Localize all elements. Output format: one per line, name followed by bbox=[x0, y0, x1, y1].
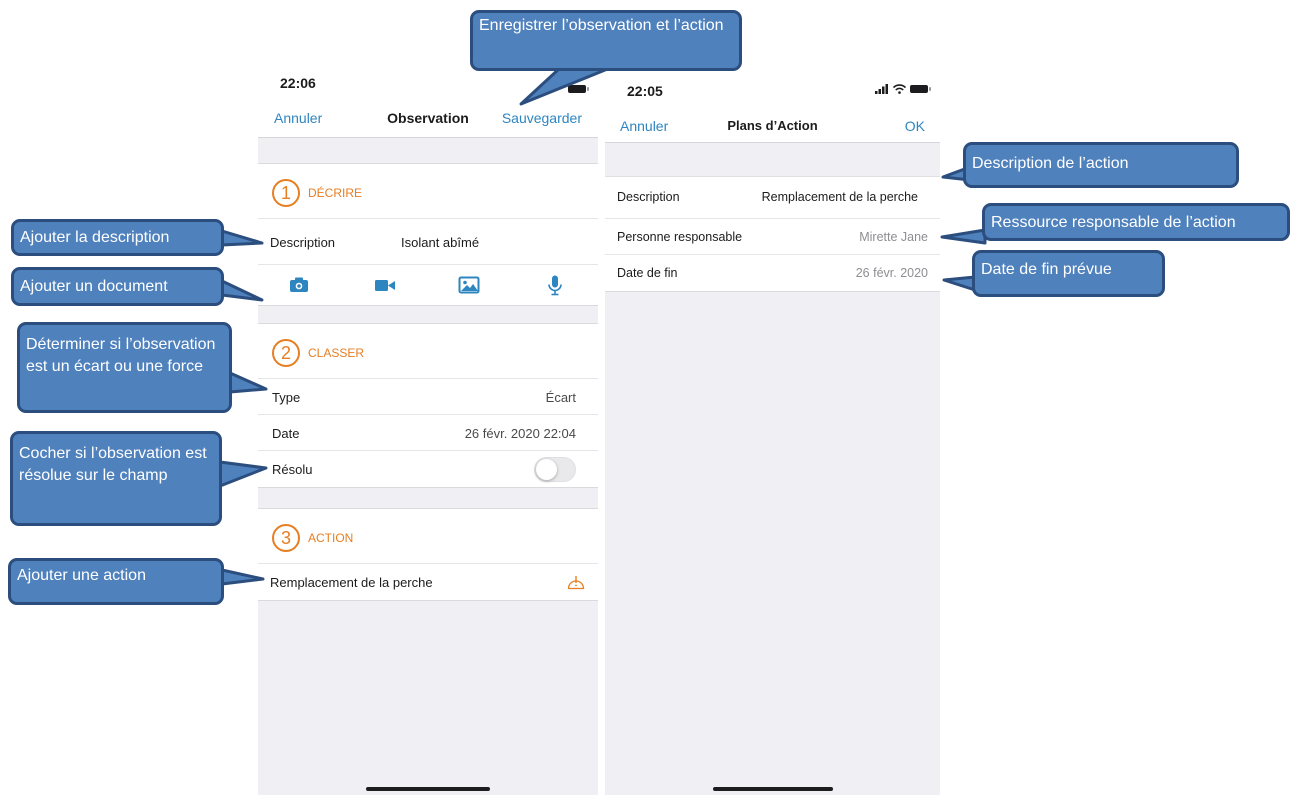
description-value: Isolant abîmé bbox=[401, 235, 480, 250]
responsible-label: Personne responsable bbox=[617, 230, 743, 244]
resolved-row: Résolu bbox=[258, 451, 598, 487]
battery-icon bbox=[910, 85, 931, 93]
microphone-icon[interactable] bbox=[544, 274, 566, 296]
action-plan-screen: 22:05 Annuler Plans d’Action OK Descript… bbox=[605, 62, 940, 795]
ok-button[interactable]: OK bbox=[905, 118, 925, 134]
end-date-row[interactable]: Date de fin 26 févr. 2020 bbox=[605, 255, 940, 291]
step-2-badge: 2 bbox=[272, 339, 300, 367]
observation-screen: 22:06 Annuler Observation Sauvegarder 1 … bbox=[258, 62, 598, 795]
action-item-label: Remplacement de la perche bbox=[270, 575, 433, 590]
step-3-badge: 3 bbox=[272, 524, 300, 552]
action-description-row[interactable]: Description Remplacement de la perche bbox=[605, 177, 940, 219]
action-plan-form: Description Remplacement de la perche Pe… bbox=[605, 176, 940, 292]
type-row[interactable]: Type Écart bbox=[258, 379, 598, 415]
classify-title: CLASSER bbox=[308, 346, 365, 360]
status-icons bbox=[568, 85, 589, 93]
save-button[interactable]: Sauvegarder bbox=[502, 110, 582, 126]
action-description-value: Remplacement de la perche bbox=[761, 190, 918, 204]
classify-section: 2 CLASSER Type Écart Date 26 févr. 2020 … bbox=[258, 323, 598, 488]
responsible-row[interactable]: Personne responsable Mirette Jane bbox=[605, 219, 940, 255]
date-label: Date bbox=[272, 426, 300, 441]
cancel-button[interactable]: Annuler bbox=[274, 110, 322, 126]
type-value: Écart bbox=[545, 390, 576, 405]
description-label: Description bbox=[270, 235, 336, 250]
callout-resolved: Cocher si l’observation est résolue sur … bbox=[10, 431, 222, 526]
callout-add-description: Ajouter la description bbox=[11, 219, 224, 256]
cancel-button[interactable]: Annuler bbox=[620, 118, 668, 134]
action-description-label: Description bbox=[617, 190, 680, 204]
callout-end-date: Date de fin prévue bbox=[972, 250, 1165, 297]
home-indicator bbox=[366, 787, 490, 791]
responsible-value: Mirette Jane bbox=[859, 230, 928, 244]
step-1-badge: 1 bbox=[272, 179, 300, 207]
describe-section: 1 DÉCRIRE Description Isolant abîmé bbox=[258, 163, 598, 306]
battery-icon bbox=[568, 85, 589, 93]
status-icons bbox=[875, 84, 931, 94]
media-toolbar bbox=[258, 265, 598, 305]
nav-bar: Annuler Observation Sauvegarder bbox=[258, 102, 598, 138]
warning-icon[interactable] bbox=[566, 573, 586, 591]
camera-icon[interactable] bbox=[288, 274, 310, 296]
status-time: 22:06 bbox=[280, 75, 316, 91]
callout-action-description: Description de l’action bbox=[963, 142, 1239, 188]
classify-header: 2 CLASSER bbox=[258, 324, 598, 379]
action-section: 3 ACTION Remplacement de la perche bbox=[258, 508, 598, 601]
callout-responsible: Ressource responsable de l’action bbox=[982, 203, 1290, 241]
home-indicator bbox=[712, 787, 833, 791]
describe-title: DÉCRIRE bbox=[308, 186, 363, 200]
end-date-value: 26 févr. 2020 bbox=[855, 266, 928, 280]
toggle-knob bbox=[536, 459, 557, 480]
callout-classify: Déterminer si l’observation est un écart… bbox=[17, 322, 232, 413]
nav-bar: Annuler Plans d’Action OK bbox=[605, 106, 940, 143]
callout-add-action: Ajouter une action bbox=[8, 558, 224, 605]
resolved-label: Résolu bbox=[272, 462, 313, 477]
callout-add-document: Ajouter un document bbox=[11, 267, 224, 306]
signal-icon bbox=[875, 84, 888, 94]
action-item-row[interactable]: Remplacement de la perche bbox=[258, 564, 598, 600]
date-value: 26 févr. 2020 22:04 bbox=[464, 426, 576, 441]
callout-save: Enregistrer l’observation et l’action bbox=[470, 10, 742, 71]
action-title: ACTION bbox=[308, 531, 354, 545]
date-row[interactable]: Date 26 févr. 2020 22:04 bbox=[258, 415, 598, 451]
action-header: 3 ACTION bbox=[258, 509, 598, 564]
image-icon[interactable] bbox=[458, 274, 480, 296]
description-row[interactable]: Description Isolant abîmé bbox=[258, 219, 598, 265]
resolved-toggle[interactable] bbox=[534, 457, 576, 482]
describe-header: 1 DÉCRIRE bbox=[258, 164, 598, 219]
type-label: Type bbox=[272, 390, 301, 405]
end-date-label: Date de fin bbox=[617, 266, 678, 280]
video-icon[interactable] bbox=[374, 274, 396, 296]
status-time: 22:05 bbox=[627, 83, 663, 99]
wifi-icon bbox=[893, 84, 906, 94]
